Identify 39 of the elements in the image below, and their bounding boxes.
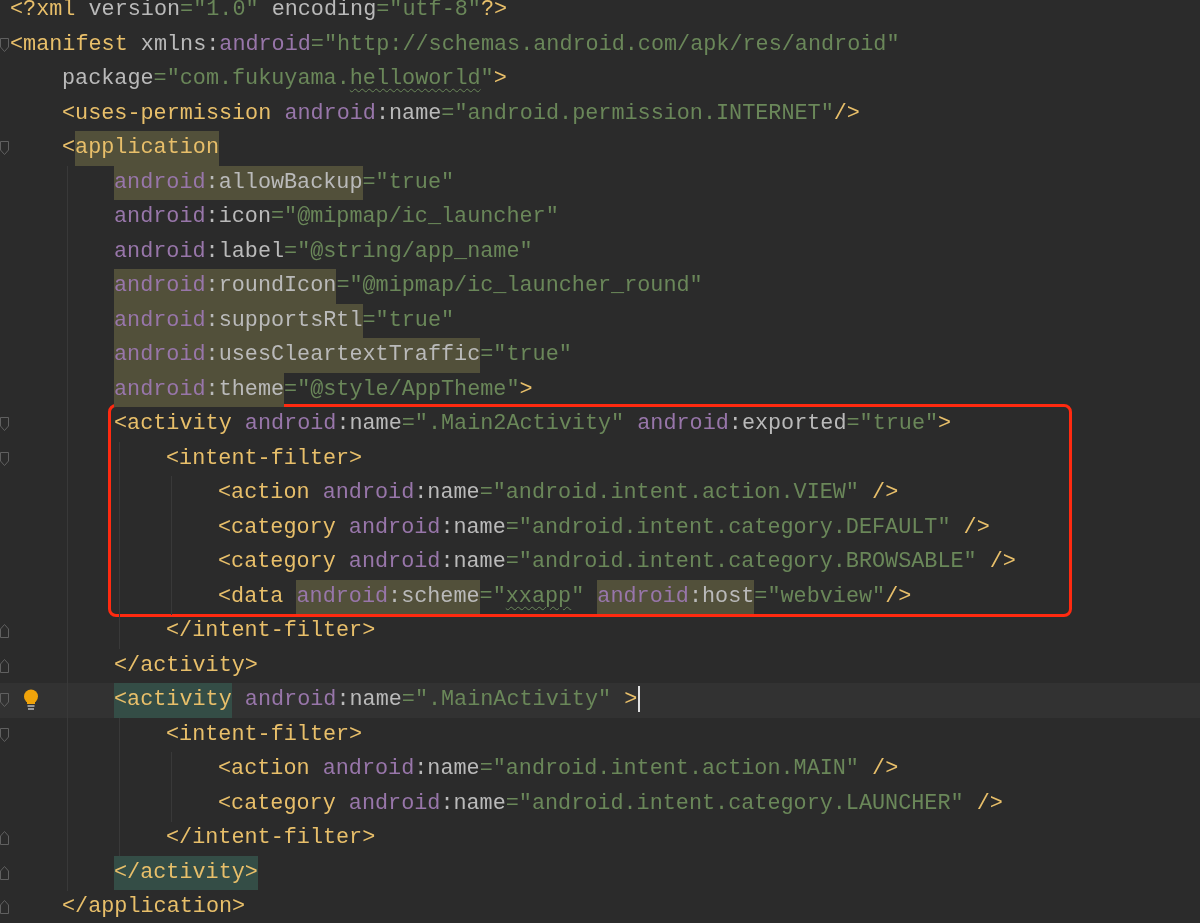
code-line: <application [62,131,219,166]
fold-icon[interactable] [0,728,9,742]
code-line: <category android:name="android.intent.category.DEFAULT" /> [218,513,990,542]
code-line: </intent-filter> [166,824,376,852]
code-line: android:roundIcon="@mipmap/ic_launcher_round" [114,269,703,304]
code-line: android:icon="@mipmap/ic_launcher" [114,203,559,231]
fold-icon[interactable] [0,452,9,466]
unfold-icon[interactable] [0,900,9,914]
code-line: android:allowBackup="true" [114,165,455,200]
fold-icon[interactable] [0,38,9,52]
code-line: <manifest xmlns:android="http://schemas.android.com/apk/res/android" [10,30,900,59]
code-line: <intent-filter> [166,444,363,473]
code-line: </activity> [114,651,258,680]
code-line: package="com.fukuyama.helloworld"> [62,65,507,93]
code-line: <category android:name="android.intent.category.BROWSABLE" /> [218,548,1016,576]
code-line: <data android:scheme="xxapp" android:host="webview"/> [218,579,912,614]
fold-icon[interactable] [0,417,9,431]
code-line: android:supportsRtl="true" [114,303,455,338]
code-line: android:label="@string/app_name" [114,237,533,266]
code-line: <?xml version="1.0" encoding="utf-8"?> [10,0,508,24]
code-line: <category android:name="android.intent.category.LAUNCHER" /> [218,789,1003,818]
code-line: <intent-filter> [166,720,363,749]
code-line: android:usesCleartextTraffic="true" [114,338,572,373]
fold-icon[interactable] [0,693,9,707]
code-line: <activity android:name=".MainActivity" > [114,683,638,718]
unfold-icon[interactable] [0,659,9,673]
unfold-icon[interactable] [0,831,9,845]
unfold-icon[interactable] [0,624,9,638]
code-line: <activity android:name=".Main2Activity" android:exported="true"> [114,410,952,438]
code-line: </application> [62,893,246,921]
unfold-icon[interactable] [0,866,9,880]
text-cursor [638,686,641,713]
code-line: </intent-filter> [166,617,376,645]
code-line: android:theme="@style/AppTheme"> [114,372,533,407]
code-line: <action android:name="android.intent.action.VIEW" /> [218,479,899,507]
code-line: <action android:name="android.intent.action.MAIN" /> [218,755,899,783]
fold-icon[interactable] [0,141,9,155]
code-line: <uses-permission android:name="android.permission.INTERNET"/> [62,99,860,128]
lightbulb-icon[interactable] [22,689,40,711]
